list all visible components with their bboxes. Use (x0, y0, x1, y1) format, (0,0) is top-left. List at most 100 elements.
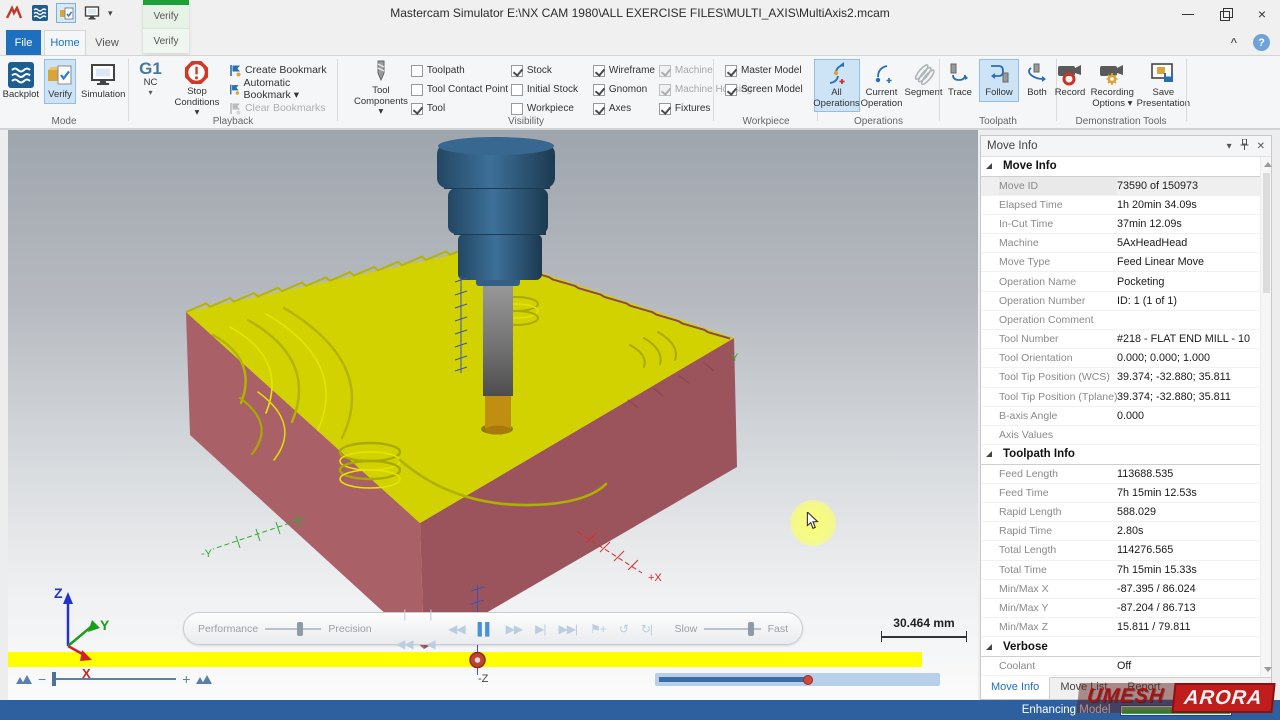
minimize-button[interactable] (1181, 8, 1194, 20)
tool-components-button[interactable]: Tool Components ▾ (351, 57, 411, 121)
timeline-scrollbar[interactable] (655, 673, 940, 686)
go-to-start-button[interactable]: |◀◀ (393, 599, 416, 659)
checkbox-box (658, 64, 671, 77)
record-button[interactable]: Record (1052, 59, 1089, 112)
group-operations: All Operations Current Operation Segment… (813, 57, 943, 127)
wireframe-checkbox[interactable]: Wireframe (592, 61, 655, 80)
stop-conditions-button[interactable]: Stop Conditions ▾ (171, 57, 223, 122)
record-icon (1058, 65, 1081, 86)
trace-icon (950, 63, 968, 81)
panel-close-icon[interactable]: ✕ (1257, 141, 1265, 152)
initial-stock-checkbox[interactable]: Initial Stock (510, 80, 589, 99)
timeline-zoom-slider[interactable] (52, 672, 177, 686)
timeline-scrollbar-marker[interactable] (803, 674, 813, 685)
panel-row: Total Length 114276.565 (981, 541, 1260, 561)
tool-contact-point-checkbox[interactable]: Tool Contact Point (410, 80, 508, 99)
scale-ruler (881, 631, 967, 642)
section-collapse-icon (986, 643, 992, 650)
bookmark-button[interactable]: ⚑+ (587, 614, 609, 644)
trace-button[interactable]: Trace (942, 59, 978, 102)
clear-bookmarks-button[interactable]: Clear Bookmarks (229, 99, 336, 117)
move-info-panel: Move Info ▾ ✕ Move Info Move ID 73590 of… (980, 135, 1272, 700)
panel-row: Operation Name Pocketing (981, 272, 1260, 292)
checkbox-box (592, 64, 605, 77)
checkbox-box (510, 102, 523, 115)
backplot-button[interactable]: Backplot (0, 59, 42, 104)
group-demo-tools: Record Recording Options ▾ Save Presenta… (1055, 57, 1190, 127)
panel-pin-icon[interactable] (1240, 138, 1249, 153)
collapse-ribbon-icon[interactable]: ^ (1231, 37, 1237, 49)
scrollbar-thumb[interactable] (1263, 173, 1270, 293)
loop-backward-button[interactable]: ↺ (616, 614, 631, 644)
group-label-playback: Playback (212, 116, 254, 127)
precision-slider[interactable] (265, 621, 322, 636)
tab-file[interactable]: File (6, 30, 41, 55)
save-presentation-button[interactable]: Save Presentation (1136, 59, 1190, 112)
visibility-checkboxes: Toolpath Tool Contact Point Tool Stock I… (410, 57, 752, 121)
timeline-zoom-controls: − + (16, 670, 213, 688)
watermark-second: ARORA (1171, 683, 1276, 713)
pause-button[interactable]: ▌▌ (475, 614, 496, 644)
panel-row: Elapsed Time 1h 20min 34.09s (981, 196, 1260, 215)
tab-view[interactable]: View (89, 30, 125, 55)
timeline-bar[interactable] (8, 652, 922, 667)
cursor-arrow-icon (806, 512, 819, 530)
panel-row: Min/Max Y -87.204 / 86.713 (981, 599, 1260, 619)
group-label-visibility: Visibility (508, 116, 544, 127)
panel-row: Move Type Feed Linear Move (981, 253, 1260, 273)
checkbox-box (725, 83, 737, 96)
simulation-button[interactable]: Simulation (78, 59, 128, 104)
tab-move-info[interactable]: Move Info (981, 677, 1051, 699)
all-operations-button[interactable]: All Operations (813, 59, 860, 113)
panel-dropdown-icon[interactable]: ▾ (1227, 141, 1232, 152)
panel-row: Feed Length 113688.535 (981, 465, 1260, 484)
zoom-out-button[interactable]: − (32, 671, 52, 687)
performance-label: Performance (198, 622, 259, 635)
timeline-scrollbar-fill (659, 677, 809, 682)
panel-rows: Move Info Move ID 73590 of 150973 Elapse… (981, 157, 1260, 677)
zoom-extent-small-icon[interactable] (16, 674, 32, 684)
verify-popup-title[interactable]: Verify (143, 5, 189, 28)
stock-checkbox[interactable]: Stock (510, 61, 589, 80)
group-label-demo-tools: Demonstration Tools (1075, 116, 1167, 127)
play-button[interactable]: ▶▶ (503, 614, 525, 644)
master-model-checkbox[interactable]: Master Model (725, 61, 817, 80)
current-operation-button[interactable]: Current Operation (860, 59, 904, 112)
close-button[interactable]: × (1258, 7, 1266, 21)
ribbon-utilities: ^ ? (1231, 34, 1270, 51)
scroll-up-icon[interactable] (1263, 162, 1272, 167)
help-icon[interactable]: ? (1253, 34, 1270, 51)
automatic-bookmark-button[interactable]: Automatic Bookmark ▾ (229, 77, 336, 101)
go-to-end-button[interactable]: ▶▶| (555, 614, 580, 644)
screen-model-checkbox[interactable]: Screen Model (725, 80, 817, 99)
restore-button[interactable] (1219, 7, 1233, 21)
window-title: Mastercam Simulator E:\NX CAM 1980\ALL E… (390, 6, 890, 20)
zoom-in-button[interactable]: + (176, 671, 196, 687)
speed-slider[interactable] (704, 621, 761, 636)
loop-forward-button[interactable]: ↻| (638, 614, 655, 644)
previous-operation-button[interactable]: |◀ (423, 599, 438, 659)
verify-button[interactable]: Verify (44, 59, 77, 104)
panel-scrollbar[interactable] (1260, 157, 1272, 677)
checkbox-box (592, 83, 605, 96)
gnomon-checkbox[interactable]: Gnomon (592, 80, 655, 99)
scale-indicator: 30.464 mm (872, 616, 976, 642)
toolpath-checkbox[interactable]: Toolpath (410, 61, 507, 80)
recording-options-button[interactable]: Recording Options ▾ (1088, 59, 1136, 112)
both-button[interactable]: Both (1020, 59, 1054, 102)
segment-button[interactable]: Segment (904, 59, 944, 112)
step-backward-button[interactable]: ◀◀ (445, 614, 467, 644)
next-operation-button[interactable]: ▶| (532, 614, 548, 644)
recording-options-icon (1100, 65, 1124, 85)
scroll-down-icon[interactable] (1263, 667, 1272, 672)
checkbox-box (410, 83, 423, 96)
panel-row: Rapid Length 588.029 (981, 503, 1260, 523)
both-icon (1028, 63, 1046, 82)
tab-home[interactable]: Home (44, 30, 86, 55)
viewport-3d[interactable]: -Y +X Y -Z Z Y X Performance Precision |… (8, 130, 978, 700)
zoom-extent-large-icon[interactable] (196, 674, 213, 684)
verify-popup-item[interactable]: Verify (143, 28, 189, 53)
nc-button[interactable]: G1 NC ▾ (136, 57, 165, 122)
bookmark-flag-icon (230, 64, 241, 76)
follow-button[interactable]: Follow (979, 59, 1019, 102)
